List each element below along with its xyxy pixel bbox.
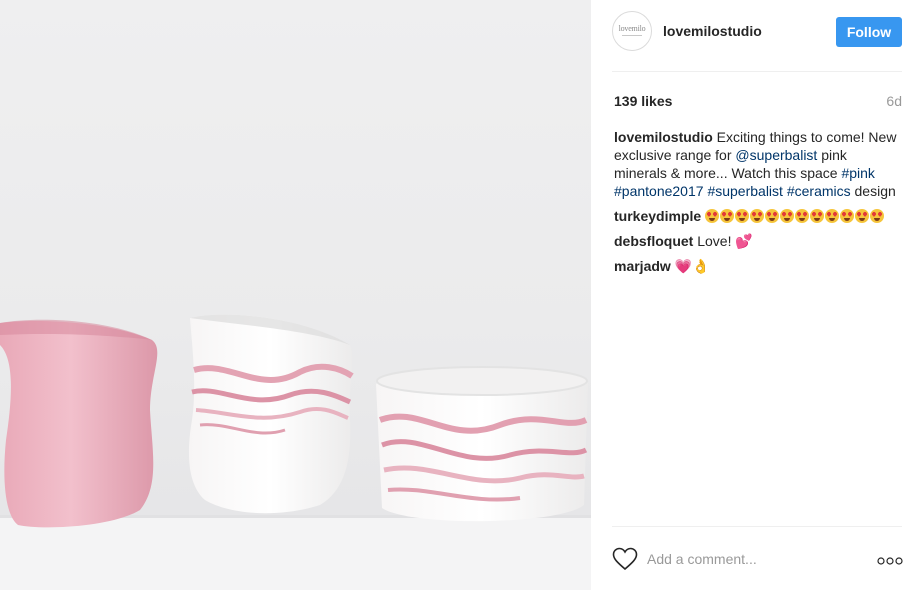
comment-text: Love! bbox=[697, 233, 732, 249]
follow-button[interactable]: Follow bbox=[836, 17, 902, 47]
ok-hand-icon: 👌 bbox=[692, 258, 710, 274]
ceramics-illustration bbox=[0, 0, 591, 590]
post-sidebar: lovemilo lovemilostudio Follow 139 likes… bbox=[591, 0, 922, 590]
comment-item: marjadw 💗👌 bbox=[614, 257, 902, 275]
avatar-logo-text: lovemilo bbox=[618, 24, 646, 33]
hashtag-pink[interactable]: #pink bbox=[841, 165, 874, 181]
caption-mention[interactable]: @superbalist bbox=[735, 147, 817, 163]
comment-item: debsfloquet Love! 💕 bbox=[614, 232, 902, 250]
heart-eyes-icon bbox=[795, 209, 810, 223]
caption: lovemilostudio Exciting things to come! … bbox=[614, 128, 902, 200]
heart-eyes-icon bbox=[720, 209, 735, 223]
heart-eyes-icon bbox=[750, 209, 765, 223]
post-age[interactable]: 6d bbox=[886, 93, 902, 109]
sparkling-heart-icon: 💗 bbox=[674, 258, 693, 274]
heart-eyes-icon bbox=[705, 209, 720, 223]
heart-eyes-icon bbox=[780, 209, 795, 223]
comment-username[interactable]: debsfloquet bbox=[614, 233, 693, 249]
heart-eyes-icon bbox=[765, 209, 780, 223]
comment-item: turkeydimple bbox=[614, 207, 902, 225]
heart-outline-icon[interactable] bbox=[612, 547, 638, 571]
likes-count[interactable]: 139 likes bbox=[614, 93, 672, 109]
heart-eyes-icon bbox=[870, 209, 885, 223]
avatar-logo-line bbox=[622, 35, 642, 36]
heart-eyes-icon bbox=[855, 209, 870, 223]
avatar[interactable]: lovemilo bbox=[612, 11, 652, 51]
hashtag-pantone2017[interactable]: #pantone2017 bbox=[614, 183, 704, 199]
caption-text-3: design bbox=[850, 183, 896, 199]
comments-list: lovemilostudio Exciting things to come! … bbox=[614, 128, 902, 282]
heart-eyes-icon bbox=[810, 209, 825, 223]
comment-username[interactable]: turkeydimple bbox=[614, 208, 701, 224]
add-comment-bar bbox=[591, 527, 922, 590]
heart-eyes-icon bbox=[735, 209, 750, 223]
hashtag-superbalist[interactable]: #superbalist bbox=[707, 183, 783, 199]
hashtag-ceramics[interactable]: #ceramics bbox=[787, 183, 851, 199]
add-comment-input[interactable] bbox=[647, 549, 857, 569]
post-username[interactable]: lovemilostudio bbox=[663, 23, 762, 39]
caption-username[interactable]: lovemilostudio bbox=[614, 129, 713, 145]
header-divider bbox=[612, 71, 902, 72]
more-options-icon[interactable] bbox=[877, 557, 903, 565]
comment-username[interactable]: marjadw bbox=[614, 258, 671, 274]
post-photo[interactable] bbox=[0, 0, 591, 590]
heart-eyes-icon bbox=[840, 209, 855, 223]
two-hearts-icon: 💕 bbox=[735, 233, 753, 249]
heart-eyes-emoji-row bbox=[705, 208, 885, 224]
post-header: lovemilo lovemilostudio Follow bbox=[591, 0, 922, 70]
heart-eyes-icon bbox=[825, 209, 840, 223]
